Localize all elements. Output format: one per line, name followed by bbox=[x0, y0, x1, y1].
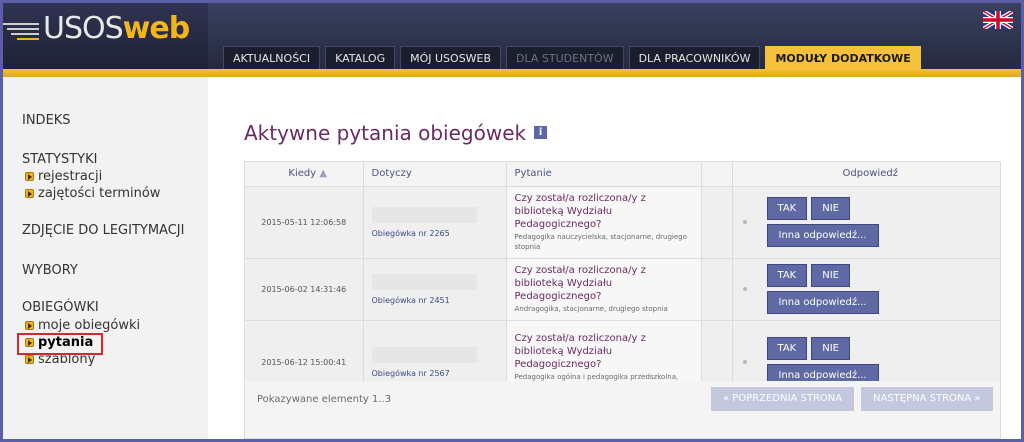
obiegowka-link[interactable]: Obiegówka nr 2567 bbox=[372, 369, 498, 378]
sidebar: INDEKS STATYSTYKI rejestracji zajętości … bbox=[3, 77, 208, 439]
header: USOSweb AKTUALNOŚCI KATALOG MÓJ USOSWEB … bbox=[3, 3, 1021, 69]
row-answer: TAK NIE Inna odpowiedź... bbox=[732, 258, 1000, 321]
logo-web: web bbox=[122, 11, 191, 46]
question-details: Andragogika, stacjonarne, drugiego stopn… bbox=[514, 305, 668, 313]
other-answer-button[interactable]: Inna odpowiedź... bbox=[766, 224, 879, 247]
sidebar-item-label: rejestracji bbox=[38, 169, 103, 184]
sidebar-item-label: zajętości terminów bbox=[38, 186, 161, 201]
table-row: 2015-06-02 14:31:46 Obiegówka nr 2451 Cz… bbox=[245, 258, 1000, 321]
blurred-name bbox=[371, 346, 477, 363]
sidebar-heading-obiegowki[interactable]: OBIEGÓWKI bbox=[22, 300, 99, 315]
top-navigation: AKTUALNOŚCI KATALOG MÓJ USOSWEB DLA STUD… bbox=[223, 46, 921, 69]
question-text: Czy został/a rozliczona/y z biblioteką W… bbox=[514, 265, 646, 302]
column-header-spacer bbox=[701, 162, 733, 187]
sidebar-item-wybory[interactable]: WYBORY bbox=[22, 263, 78, 278]
arrow-bullet-icon bbox=[25, 172, 34, 181]
obiegowka-link[interactable]: Obiegówka nr 2451 bbox=[372, 296, 498, 305]
logo[interactable]: USOSweb bbox=[3, 3, 208, 69]
arrow-bullet-icon bbox=[25, 189, 34, 198]
row-spacer bbox=[701, 258, 733, 321]
highlight-box bbox=[17, 333, 103, 355]
tab-katalog[interactable]: KATALOG bbox=[325, 46, 396, 69]
row-question: Czy został/a rozliczona/y z biblioteką W… bbox=[506, 186, 702, 259]
next-page-button[interactable]: NASTĘPNA STRONA » bbox=[861, 387, 993, 411]
status-dot bbox=[742, 287, 747, 291]
tab-dla-studentow[interactable]: DLA STUDENTÓW bbox=[506, 46, 624, 69]
app-window: USOSweb AKTUALNOŚCI KATALOG MÓJ USOSWEB … bbox=[0, 0, 1024, 442]
shown-items-text: Pokazywane elementy 1..3 bbox=[257, 394, 392, 405]
sidebar-heading-statystyki[interactable]: STATYSTYKI bbox=[22, 152, 97, 167]
other-answer-button[interactable]: Inna odpowiedź... bbox=[766, 291, 879, 314]
blurred-name bbox=[371, 206, 477, 223]
row-date: 2015-05-11 12:06:58 bbox=[245, 186, 364, 259]
logo-bars-icon bbox=[3, 23, 39, 40]
tab-moj-usosweb[interactable]: MÓJ USOSWEB bbox=[400, 46, 502, 69]
logo-text: USOSweb bbox=[43, 11, 191, 46]
column-header-date[interactable]: Kiedy ▲ bbox=[245, 162, 364, 187]
row-answer: TAK NIE Inna odpowiedź... bbox=[732, 186, 1000, 259]
question-details: Pedagogika nauczycielska, stacjonarne, d… bbox=[514, 233, 687, 251]
column-header-question: Pytanie bbox=[506, 162, 702, 187]
questions-table: Kiedy ▲ Dotyczy Pytanie Odpowiedź 2015-0… bbox=[244, 161, 1001, 439]
status-dot bbox=[742, 220, 747, 224]
tab-moduly-dodatkowe[interactable]: MODUŁY DODATKOWE bbox=[765, 46, 921, 69]
row-date: 2015-06-02 14:31:46 bbox=[245, 258, 364, 321]
logo-usos: USOS bbox=[43, 11, 124, 46]
info-icon[interactable]: i bbox=[534, 126, 548, 139]
yes-button[interactable]: TAK bbox=[766, 197, 808, 220]
row-spacer bbox=[701, 186, 733, 259]
column-header-relates: Dotyczy bbox=[363, 162, 507, 187]
question-text: Czy został/a rozliczona/y z biblioteką W… bbox=[514, 333, 646, 370]
tab-aktualnosci[interactable]: AKTUALNOŚCI bbox=[223, 46, 321, 69]
sidebar-item-indeks[interactable]: INDEKS bbox=[22, 113, 71, 128]
status-dot bbox=[742, 360, 747, 364]
row-question: Czy został/a rozliczona/y z biblioteką W… bbox=[506, 258, 702, 321]
sidebar-item-label: moje obiegówki bbox=[38, 318, 141, 333]
row-relates: Obiegówka nr 2265 bbox=[363, 186, 507, 259]
sidebar-item-zdjecie[interactable]: ZDJĘCIE DO LEGITYMACJI bbox=[22, 223, 184, 238]
arrow-bullet-icon bbox=[25, 355, 34, 364]
table-footer: Pokazywane elementy 1..3 « POPRZEDNIA ST… bbox=[245, 381, 1000, 438]
page-title-text: Aktywne pytania obiegówek bbox=[244, 121, 527, 145]
question-text: Czy został/a rozliczona/y z biblioteką W… bbox=[514, 193, 646, 230]
sidebar-item-rejestracji[interactable]: rejestracji bbox=[25, 169, 102, 184]
obiegowka-link[interactable]: Obiegówka nr 2265 bbox=[372, 229, 498, 238]
tab-dla-pracownikow[interactable]: DLA PRACOWNIKÓW bbox=[628, 46, 761, 69]
uk-flag-icon[interactable] bbox=[983, 11, 1013, 29]
no-button[interactable]: NIE bbox=[811, 197, 850, 220]
main-content: Aktywne pytania obiegówek i Kiedy ▲ Dotyc… bbox=[208, 77, 1021, 439]
arrow-bullet-icon bbox=[25, 321, 34, 330]
header-accent-bar bbox=[3, 69, 1021, 77]
yes-button[interactable]: TAK bbox=[766, 264, 808, 287]
no-button[interactable]: NIE bbox=[811, 337, 850, 360]
sidebar-item-moje-obiegowki[interactable]: moje obiegówki bbox=[25, 318, 140, 333]
no-button[interactable]: NIE bbox=[811, 264, 850, 287]
blurred-name bbox=[371, 273, 477, 290]
table-row: 2015-05-11 12:06:58 Obiegówka nr 2265 Cz… bbox=[245, 186, 1000, 259]
row-relates: Obiegówka nr 2451 bbox=[363, 258, 507, 321]
prev-page-button[interactable]: « POPRZEDNIA STRONA bbox=[711, 387, 855, 411]
column-header-answer: Odpowiedź bbox=[732, 162, 1000, 187]
page-title: Aktywne pytania obiegówek i bbox=[244, 121, 548, 145]
sidebar-item-zajetosci[interactable]: zajętości terminów bbox=[25, 186, 160, 201]
yes-button[interactable]: TAK bbox=[766, 337, 808, 360]
sort-asc-icon: ▲ bbox=[319, 168, 328, 180]
